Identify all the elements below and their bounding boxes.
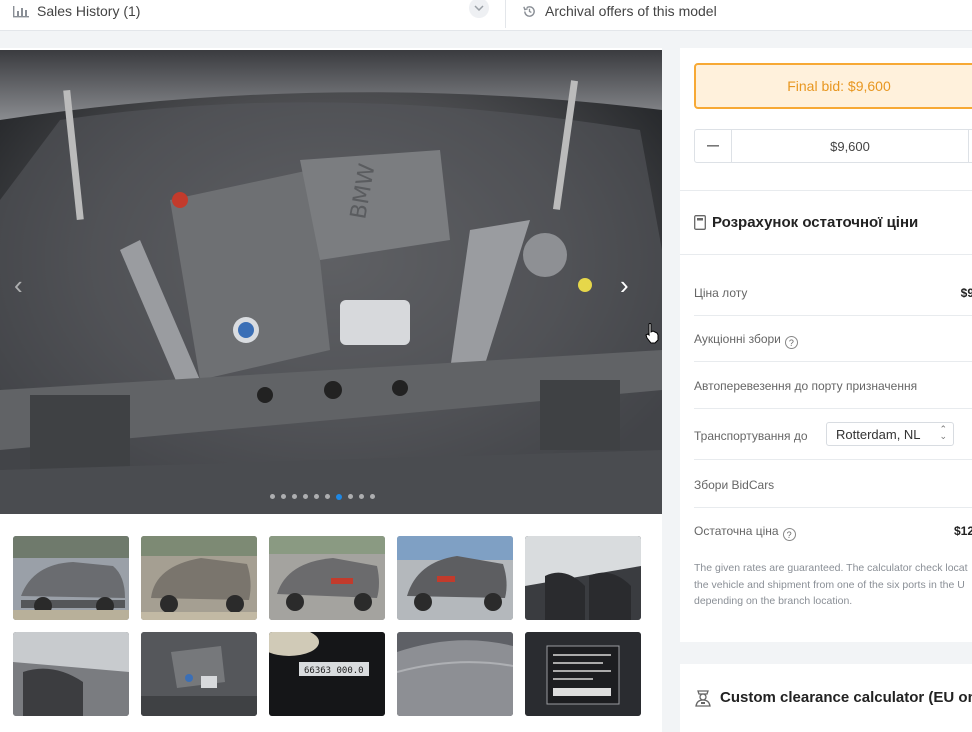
slide-dot[interactable] [303, 494, 308, 499]
sales-history-toggle[interactable]: Sales History (1) [0, 0, 495, 22]
final-price-row: Остаточна ціна? $12 [694, 524, 972, 541]
transport-to-port-row: Автоперевезення до порту призначення [694, 379, 972, 393]
divider [694, 361, 972, 362]
divider [694, 507, 972, 508]
divider [694, 315, 972, 316]
shipping-destination-label: Транспортування до [694, 429, 808, 443]
lot-price-value: $9 [960, 286, 972, 300]
thumbnail-roof[interactable] [397, 632, 513, 716]
thumbnail-odometer[interactable]: 66363 000.0 [269, 632, 385, 716]
divider [680, 254, 972, 255]
select-arrows-icon: ⌃ ⌄ [939, 424, 947, 441]
svg-text:66363 000.0: 66363 000.0 [304, 666, 364, 676]
calculator-icon [694, 215, 706, 230]
bidcars-fees-label: Збори BidCars [694, 478, 775, 492]
slide-dot[interactable] [314, 494, 319, 499]
slide-dot[interactable] [281, 494, 286, 499]
slide-dot-active[interactable] [336, 493, 342, 500]
help-icon[interactable]: ? [784, 336, 798, 349]
previous-photo-arrow[interactable]: ‹ [14, 272, 23, 298]
slide-dot[interactable] [292, 494, 297, 499]
thumbnail-front-left[interactable] [13, 536, 129, 620]
thumbnail-vin-label[interactable] [525, 632, 641, 716]
rates-note: The given rates are guaranteed. The calc… [694, 562, 968, 607]
slide-dot[interactable] [370, 494, 375, 499]
photo-gallery: BMW ‹ › 66363 000.0 [0, 48, 662, 732]
thumbnail-rear-left[interactable] [269, 536, 385, 620]
auction-fees-row: Аукціонні збори? [694, 332, 972, 349]
bar-chart-icon [13, 6, 29, 18]
customs-officer-icon [695, 690, 711, 707]
destination-port-select[interactable]: Rotterdam, NL ⌃ ⌄ [826, 422, 954, 446]
bid-stepper: $9,600 [694, 129, 972, 163]
lot-price-label: Ціна лоту [694, 286, 748, 300]
slide-dot[interactable] [270, 494, 275, 499]
next-photo-arrow[interactable]: › [620, 272, 629, 298]
thumbnail-engine-bay[interactable] [141, 632, 257, 716]
lot-price-row: Ціна лоту $9 [694, 286, 972, 300]
auction-fees-label: Аукціонні збори [694, 332, 781, 346]
divider [694, 408, 972, 409]
main-photo[interactable]: BMW ‹ › [0, 50, 662, 514]
calculator-title: Розрахунок остаточної ціни [694, 214, 918, 231]
bidcars-fees-row: Збори BidCars [694, 478, 972, 492]
customs-calculator-title[interactable]: Custom clearance calculator (EU only) [694, 687, 972, 707]
divider [680, 190, 972, 191]
bid-panel: Final bid: $9,600 $9,600 Розрахунок оста… [680, 48, 972, 642]
engine-bay-image: BMW [0, 50, 662, 514]
final-bid-banner: Final bid: $9,600 [694, 63, 972, 109]
decrease-bid-button[interactable] [695, 130, 732, 162]
customs-panel: Custom clearance calculator (EU only) [680, 664, 972, 732]
archival-offers-link[interactable]: Archival offers of this model [522, 0, 717, 22]
final-price-value: $12 [953, 524, 972, 538]
slide-dot[interactable] [325, 494, 330, 499]
divider [505, 0, 506, 28]
final-price-label: Остаточна ціна [694, 524, 779, 538]
chevron-down-icon[interactable] [469, 0, 489, 18]
slide-dot[interactable] [348, 494, 353, 499]
shipping-destination-row: Транспортування до Rotterdam, NL ⌃ ⌄ [694, 422, 972, 446]
mouse-cursor-icon [645, 323, 659, 344]
top-bar: Sales History (1) Archival offers of thi… [0, 0, 972, 31]
history-icon [523, 5, 535, 17]
thumbnail-interior-rear[interactable] [13, 632, 129, 716]
slide-indicator [270, 493, 375, 500]
slide-dot[interactable] [359, 494, 364, 499]
help-icon[interactable]: ? [782, 528, 796, 541]
divider [694, 459, 972, 460]
transport-to-port-label: Автоперевезення до порту призначення [694, 379, 918, 393]
archival-offers-label: Archival offers of this model [545, 3, 717, 19]
sales-history-label: Sales History (1) [37, 3, 141, 19]
thumbnail-interior-front[interactable] [525, 536, 641, 620]
thumbnail-front-right[interactable] [141, 536, 257, 620]
bid-amount-input[interactable]: $9,600 [732, 130, 969, 162]
thumbnail-rear[interactable] [397, 536, 513, 620]
